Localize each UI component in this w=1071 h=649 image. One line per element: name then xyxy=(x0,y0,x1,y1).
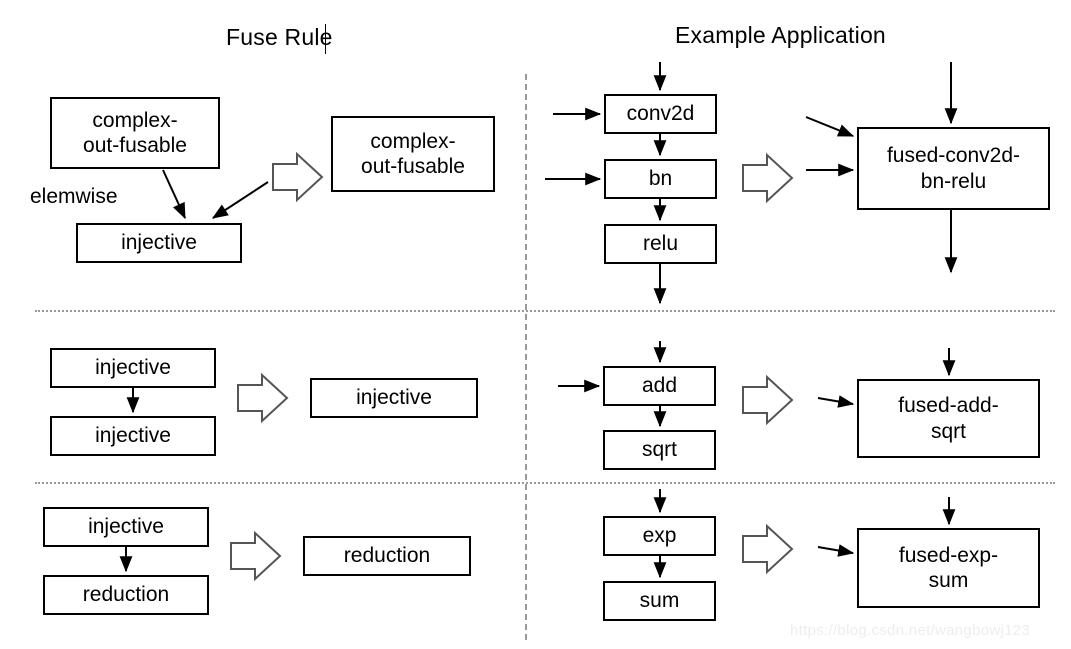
box-label: sum xyxy=(639,589,680,613)
box-label: fused-conv2d- bn-relu xyxy=(886,144,1021,193)
box-label: injective xyxy=(88,515,164,539)
box-label: reduction xyxy=(82,583,170,607)
box-label: relu xyxy=(642,232,679,256)
arrow-diag-into-fused-conv xyxy=(805,116,855,137)
arrow-complex-to-injective xyxy=(162,169,186,220)
box-label: injective xyxy=(356,386,432,410)
arrow-external-to-injective xyxy=(211,181,269,219)
box-label: bn xyxy=(648,167,673,191)
arrow-side-into-fused-exp xyxy=(817,544,855,557)
row2-example-result-box: fused-add- sqrt xyxy=(857,379,1040,458)
row3-example-result-box: fused-exp- sum xyxy=(857,528,1040,608)
row2-example-sqrt-box: sqrt xyxy=(603,430,716,470)
row3-example-sum-box: sum xyxy=(603,581,716,621)
row1-rule-injective-box: injective xyxy=(76,223,242,263)
row1-example-bn-box: bn xyxy=(604,159,717,199)
box-label: injective xyxy=(121,231,197,255)
column-divider xyxy=(525,74,527,640)
row2-rule-injective-box-bottom: injective xyxy=(50,416,216,456)
box-label: reduction xyxy=(343,544,431,568)
row1-edge-label-elemwise: elemwise xyxy=(30,185,118,208)
row2-rule-result-box: injective xyxy=(310,378,478,418)
fuse-block-arrow xyxy=(272,151,324,203)
box-label: add xyxy=(641,374,678,398)
box-label: exp xyxy=(642,524,677,548)
row1-example-result-box: fused-conv2d- bn-relu xyxy=(857,127,1050,210)
row-divider-2 xyxy=(35,482,1055,484)
row1-rule-result-box: complex- out-fusable xyxy=(331,116,495,192)
row2-rule-injective-box-top: injective xyxy=(50,348,216,388)
fuse-block-arrow-row2-example xyxy=(742,374,794,426)
diagram-canvas: Fuse Rule Example Application complex- o… xyxy=(0,0,1071,649)
row-divider-1 xyxy=(35,310,1055,312)
text-caret xyxy=(325,24,326,54)
row1-rule-complex-out-fusable-box: complex- out-fusable xyxy=(50,97,220,169)
right-column-title: Example Application xyxy=(675,22,886,48)
box-label: complex- out-fusable xyxy=(361,129,465,178)
fuse-block-arrow-row3 xyxy=(230,530,282,582)
fuse-block-arrow-row3-example xyxy=(742,523,794,575)
row1-example-relu-box: relu xyxy=(604,224,717,264)
box-label: fused-add- sqrt xyxy=(898,394,999,443)
fuse-block-arrow-row2 xyxy=(237,372,289,424)
left-column-title: Fuse Rule xyxy=(226,24,333,50)
arrow-side-into-fused-add xyxy=(817,395,855,408)
box-label: injective xyxy=(95,424,171,448)
watermark-text: https://blog.csdn.net/wangbowj123 xyxy=(790,622,1031,639)
box-label: complex- out-fusable xyxy=(83,108,187,157)
row2-example-add-box: add xyxy=(603,366,716,406)
row3-rule-result-box: reduction xyxy=(303,536,471,576)
row3-example-exp-box: exp xyxy=(603,516,716,556)
box-label: sqrt xyxy=(641,438,677,462)
fuse-block-arrow-example xyxy=(742,152,794,204)
row1-example-conv2d-box: conv2d xyxy=(604,94,717,134)
box-label: fused-exp- sum xyxy=(898,543,999,592)
row3-rule-reduction-box: reduction xyxy=(43,575,209,615)
row3-rule-injective-box: injective xyxy=(43,507,209,547)
box-label: conv2d xyxy=(626,102,695,126)
box-label: injective xyxy=(95,356,171,380)
